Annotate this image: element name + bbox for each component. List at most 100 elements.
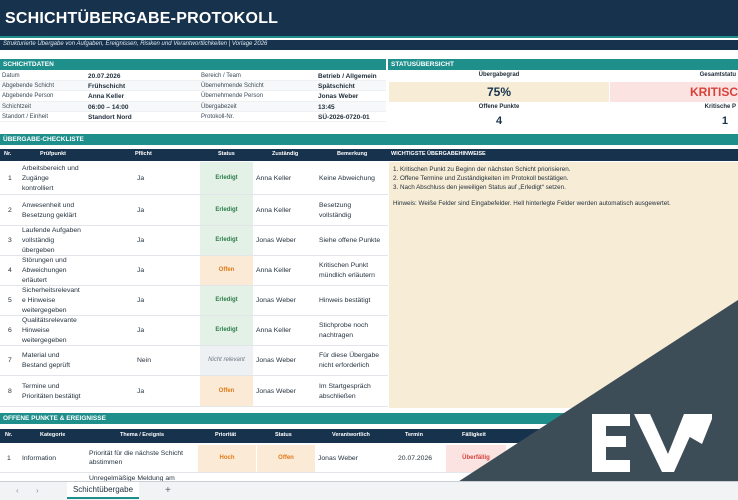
schichtdaten-label: Abgebende Schicht [2,83,55,90]
hinweis-note: Hinweis: Weiße Felder sind Eingabefelder… [393,200,671,207]
schichtdaten-value[interactable]: 06:00 – 14:00 [88,104,128,111]
check-pruefpunkt: Zugänge [22,174,49,182]
schichtdaten-label: Übergabezeit [201,103,237,110]
hinweise-title: WICHTIGSTE ÜBERGABEHINWEISE [391,151,486,157]
checklist-row[interactable]: 6 Qualitätsrelevante Hinweise weitergegeben… [0,316,388,346]
col-pflicht: Pflicht [135,151,152,157]
schichtdaten-value[interactable]: Frühschicht [88,83,125,90]
check-pruefpunkt: vollständig [22,237,55,244]
check-status-badge: Erledigt [200,286,253,315]
op-prioritaet: Hoch [198,445,256,472]
offene-punkte-value: 4 [389,113,609,129]
check-bemerkung: nicht erforderlich [319,362,370,369]
checklist-row[interactable]: 3 Laufende Aufgaben vollständig übergeben Ja… [0,226,388,256]
schichtdaten-label: Schichtzeit [2,103,32,110]
check-nr: 5 [8,297,12,304]
check-pflicht: Ja [137,297,145,304]
schichtdaten-label: Standort / Einheit [2,113,49,120]
check-status-badge: Erledigt [200,162,253,194]
check-bemerkung: vollständig [319,211,352,219]
col-thema: Thema / Ereignis [120,432,165,438]
check-pflicht: Ja [137,206,145,214]
check-pruefpunkt: Anwesenheit und [22,201,75,209]
checklist-row[interactable]: 2 Anwesenheit und Besetzung geklärt Ja Erled… [0,195,388,226]
check-nr: 2 [8,206,12,214]
checklist-row[interactable]: 8 Termine und Prioritäten bestätigt Ja Offen… [0,376,388,407]
schichtdaten-value[interactable]: 13:45 [318,104,335,111]
op-termin: 20.07.2026 [398,455,433,462]
check-pflicht: Ja [137,387,145,395]
check-pruefpunkt: Bestand geprüft [22,362,70,369]
check-pruefpunkt: Hinweise [22,327,50,334]
col-prioritaet: Priorität [215,432,237,438]
next-sheet-icon[interactable]: › [36,486,39,495]
section-schichtdaten: SCHICHTDATEN [0,59,386,70]
schichtdaten-value[interactable]: Spätschicht [318,83,355,90]
check-pruefpunkt: erläutert [22,277,47,284]
check-nr: 8 [8,387,12,395]
sheet-tab-schichtuebergabe[interactable]: Schichtübergabe [67,482,139,499]
col-termin: Termin [405,432,423,438]
kritische-punkte-value: 1 [610,113,738,129]
check-zustaendig: Jonas Weber [256,297,296,304]
checklist-row[interactable]: 7 Material und Bestand geprüft Nein Nicht re… [0,346,388,376]
check-pflicht: Ja [137,174,145,182]
check-pruefpunkt: Material und [22,352,60,359]
col-kategorie: Kategorie [40,432,66,438]
schichtdaten-label: Abgebende Person [2,93,54,100]
schichtdaten-value[interactable]: Standort Nord [88,114,132,121]
check-pruefpunkt: kontrolliert [22,184,54,192]
check-pruefpunkt: übergeben [22,247,55,254]
schichtdaten-value[interactable]: SÜ-2026-0720-01 [318,114,370,121]
prev-sheet-icon[interactable]: ‹ [16,486,19,495]
check-zustaendig: Anna Keller [256,206,292,214]
check-pruefpunkt: Besetzung geklärt [22,211,77,219]
col-status: Status [275,432,292,438]
check-pruefpunkt: Störungen und [22,257,67,264]
gesamtstatus-value: KRITISC [610,82,738,102]
col-zustaendig: Zuständig [272,151,299,157]
schichtdaten-value[interactable]: Betrieb / Allgemein [318,73,377,80]
check-pruefpunkt: Arbeitsbereich und [22,164,79,172]
page-subtitle: Strukturierte Übergabe von Aufgaben, Ere… [3,41,268,47]
check-zustaendig: Jonas Weber [256,387,296,395]
uebergabegrad-value: 75% [389,82,609,102]
schichtdaten-label: Bereich / Team [201,73,241,79]
check-status-badge: Erledigt [200,226,253,255]
checklist-row[interactable]: 1 Arbeitsbereich und Zugänge kontrolliert Ja… [0,162,388,195]
check-pflicht: Ja [137,327,145,334]
check-pruefpunkt: Abweichungen [22,267,67,274]
check-pruefpunkt: Sicherheitsrelevant [22,287,80,294]
check-nr: 4 [8,267,12,274]
checklist-row[interactable]: 5 Sicherheitsrelevant e Hinweise weitergege… [0,286,388,316]
check-pruefpunkt: e Hinweise [22,297,56,304]
page-title: SCHICHTÜBERGABE-PROTOKOLL [5,10,279,27]
check-zustaendig: Jonas Weber [256,357,296,364]
check-status-badge: Offen [200,376,253,406]
col-faelligkeit: Fälligkeit [462,432,486,438]
op-status: Offen [257,445,315,472]
schichtdaten-label: Protokoll-Nr. [201,113,235,120]
gesamtstatus-label: Gesamtstatu [699,72,736,78]
checklist-row[interactable]: 4 Störungen und Abweichungen erläutert Ja Off… [0,256,388,286]
add-sheet-button[interactable]: + [165,485,171,496]
checklist-header: Nr. Prüfpunkt Pflicht Status Zuständig B… [0,149,738,161]
check-pruefpunkt: Qualitätsrelevante [22,317,77,324]
check-pflicht: Ja [137,267,145,274]
schichtdaten-value[interactable]: Anna Keller [88,93,124,100]
section-statusuebersicht: STATUSÜBERSICHT [388,59,738,70]
hinweis-line: 2. Offene Termine und Zuständigkeiten im… [393,175,569,182]
schichtdaten-value[interactable]: Jonas Weber [318,93,358,100]
schichtdaten-value[interactable]: 20.07.2026 [88,73,121,80]
offene-punkte-label: Offene Punkte [478,104,520,110]
uebergabegrad-label: Übergabegrad [478,72,520,78]
kritische-punkte-label: Kritische P [704,104,736,110]
check-bemerkung: Stichprobe noch [319,322,369,329]
check-pruefpunkt: Laufende Aufgaben [22,227,81,234]
title-bar: SCHICHTÜBERGABE-PROTOKOLL [0,0,738,38]
schichtdaten-label: Übernehmende Person [201,93,264,100]
check-bemerkung: Hinweis bestätigt [319,297,371,304]
check-nr: 3 [8,237,12,244]
check-status-badge: Erledigt [200,316,253,345]
check-zustaendig: Jonas Weber [256,237,296,244]
